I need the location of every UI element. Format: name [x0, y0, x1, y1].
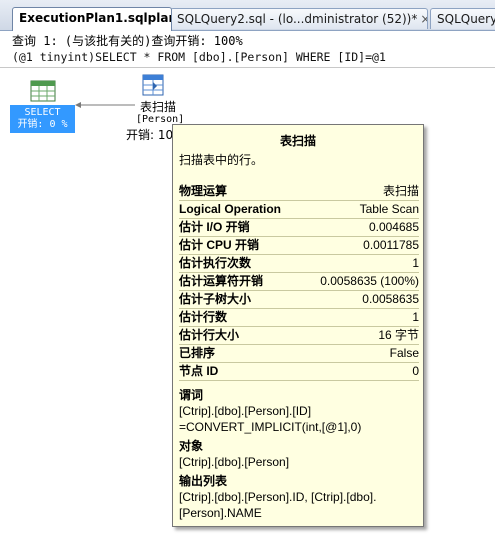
tooltip-description: 扫描表中的行。 [179, 153, 264, 167]
property-key: 估计执行次数 [179, 256, 252, 270]
property-row: 节点 ID 0 [179, 363, 419, 381]
property-value: False [389, 346, 419, 360]
predicate-line: =CONVERT_IMPLICIT(int,[@1],0) [179, 420, 362, 434]
select-cost: 开销: 0 % [17, 119, 68, 130]
tab-label: SQLQuery [437, 12, 495, 26]
property-key: 估计行数 [179, 310, 228, 324]
document-tab-strip: SQLQuery2.sql - (lo...dministrator (52))… [0, 0, 495, 31]
table-scan-title: 表扫描 [140, 100, 177, 114]
property-row: 物理运算 表扫描 [179, 183, 419, 201]
property-row: 估计 CPU 开销 0.0011785 [179, 237, 419, 255]
query-statement: (@1 tinyint)SELECT * FROM [dbo].[Person]… [12, 50, 386, 64]
tab-sqlquery[interactable]: SQLQuery [430, 8, 495, 29]
predicate-line: [Ctrip].[dbo].[Person].[ID] [179, 404, 312, 418]
property-key: 估计子树大小 [179, 292, 252, 306]
property-row: 估计执行次数 1 [179, 255, 419, 273]
property-key: 物理运算 [179, 184, 228, 198]
tab-label: SQLQuery2.sql - (lo...dministrator (52))… [177, 12, 418, 26]
property-value: 0.0011785 [363, 238, 419, 252]
property-value: Table Scan [359, 202, 419, 216]
property-value: 1 [412, 256, 419, 270]
predicate-heading: 谓词 [179, 388, 204, 402]
select-node[interactable]: SELECT 开销: 0 % [10, 78, 75, 133]
property-value: 0.004685 [368, 220, 419, 234]
close-icon[interactable]: × [420, 9, 427, 29]
property-key: 已排序 [179, 346, 216, 360]
tooltip-title: 表扫描 [279, 134, 316, 148]
property-value: 0.0058635 (100%) [320, 274, 419, 288]
flow-arrow [75, 102, 135, 108]
property-value: 0.0058635 [362, 292, 419, 306]
output-list-section: 输出列表 [Ctrip].[dbo].[Person].ID, [Ctrip].… [179, 473, 419, 521]
property-key: Logical Operation [179, 202, 282, 216]
property-key: 估计运算符开销 [179, 274, 264, 288]
property-value: 0 [412, 364, 419, 378]
property-row: 估计 I/O 开销 0.004685 [179, 219, 419, 237]
tab-label: ExecutionPlan1.sqlplan* [19, 11, 172, 25]
property-key: 节点 ID [179, 364, 219, 378]
select-label: SELECT [24, 107, 61, 118]
select-node-label: SELECT 开销: 0 % [10, 107, 75, 131]
object-section: 对象 [Ctrip].[dbo].[Person] [179, 438, 419, 470]
output-list-line: [Ctrip].[dbo].[Person].ID, [Ctrip].[dbo]… [179, 490, 377, 504]
property-value: 16 字节 [378, 328, 419, 342]
property-row: Logical Operation Table Scan [179, 201, 419, 219]
property-row: 估计子树大小 0.0058635 [179, 291, 419, 309]
property-value: 1 [412, 310, 419, 324]
predicate-section: 谓词 [Ctrip].[dbo].[Person].[ID] =CONVERT_… [179, 387, 419, 435]
output-list-heading: 输出列表 [179, 474, 228, 488]
header-divider [0, 67, 495, 68]
tooltip-properties: 物理运算 表扫描 Logical Operation Table Scan 估计 I… [179, 183, 419, 381]
select-icon [30, 80, 56, 102]
object-heading: 对象 [179, 439, 204, 453]
query-summary: 查询 1: (与该批有关的)查询开销: 100% [12, 34, 243, 48]
property-row: 估计运算符开销 0.0058635 (100%) [179, 273, 419, 291]
tab-execution-plan[interactable]: ExecutionPlan1.sqlplan*× [12, 7, 172, 31]
property-key: 估计行大小 [179, 328, 240, 342]
operator-tooltip: 表扫描 扫描表中的行。 物理运算 表扫描 Logical Operation Tab… [172, 124, 424, 527]
property-row: 估计行大小 16 字节 [179, 327, 419, 345]
table-scan-icon[interactable] [140, 74, 166, 96]
property-row: 估计行数 1 [179, 309, 419, 327]
property-row: 已排序 False [179, 345, 419, 363]
property-key: 估计 CPU 开销 [179, 238, 260, 252]
output-list-line: [Person].NAME [179, 506, 262, 520]
table-scan-cost: 开销: 10 [126, 128, 174, 142]
tab-sqlquery2[interactable]: SQLQuery2.sql - (lo...dministrator (52))… [170, 8, 428, 29]
object-value: [Ctrip].[dbo].[Person] [179, 455, 290, 469]
property-key: 估计 I/O 开销 [179, 220, 250, 234]
property-value: 表扫描 [382, 184, 419, 198]
